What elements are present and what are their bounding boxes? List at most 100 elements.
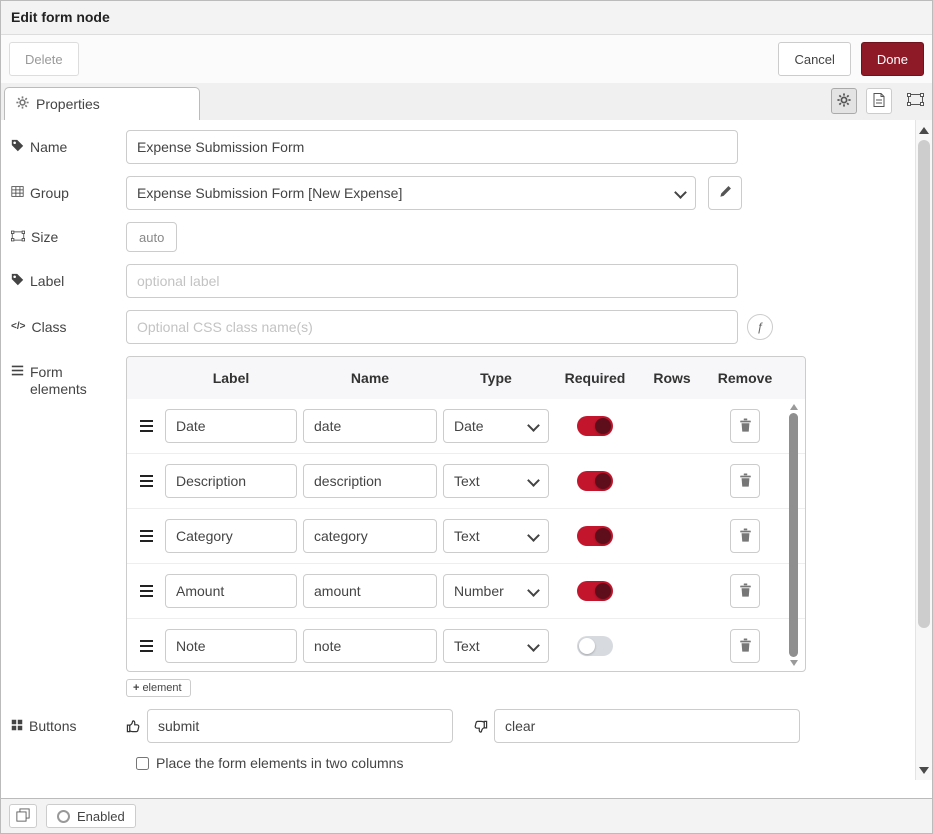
two-columns-label: Place the form elements in two columns <box>156 755 403 771</box>
trash-icon <box>739 583 752 600</box>
element-required-toggle[interactable] <box>577 526 613 546</box>
col-header-remove: Remove <box>709 370 781 386</box>
dialog-footer: Enabled <box>1 798 932 833</box>
class-helper-button[interactable]: ƒ <box>747 314 773 340</box>
list-icon <box>11 364 24 380</box>
element-label-input[interactable] <box>165 574 297 608</box>
element-remove-button[interactable] <box>730 574 760 608</box>
element-type-select[interactable]: Number <box>443 574 549 608</box>
element-label-input[interactable] <box>165 464 297 498</box>
triangle-up-icon <box>919 127 929 134</box>
elements-table-header: Label Name Type Required Rows Remove <box>127 357 805 399</box>
element-type-select[interactable]: Text <box>443 464 549 498</box>
node-info-button[interactable] <box>9 804 37 828</box>
element-row-date: Date <box>127 399 805 453</box>
scroll-up-icon[interactable] <box>790 404 798 410</box>
edit-form-node-dialog: Edit form node Delete Cancel Done Proper… <box>0 0 933 834</box>
element-name-input[interactable] <box>303 519 437 553</box>
appearance-button[interactable] <box>901 88 929 114</box>
enabled-state-icon <box>57 810 70 823</box>
element-remove-button[interactable] <box>730 629 760 663</box>
element-name-input[interactable] <box>303 574 437 608</box>
submit-label-input[interactable] <box>147 709 453 743</box>
drag-handle-icon[interactable] <box>133 519 159 553</box>
element-label-input[interactable] <box>165 629 297 663</box>
col-header-name: Name <box>303 370 437 386</box>
element-remove-button[interactable] <box>730 519 760 553</box>
node-settings-button[interactable] <box>831 88 857 114</box>
object-group-icon <box>907 93 924 109</box>
tab-bar: Properties <box>1 83 932 121</box>
cancel-button[interactable]: Cancel <box>778 42 850 76</box>
group-select[interactable]: Expense Submission Form [New Expense] <box>126 176 696 210</box>
drag-handle-icon[interactable] <box>133 629 159 663</box>
trash-icon <box>739 528 752 545</box>
name-label-text: Name <box>30 139 67 156</box>
dialog-toolbar: Delete Cancel Done <box>1 35 932 83</box>
tab-actions <box>831 88 929 114</box>
element-row-category: Text <box>127 508 805 563</box>
scroll-down-icon[interactable] <box>790 660 798 666</box>
element-required-toggle[interactable] <box>577 581 613 601</box>
element-label-input[interactable] <box>165 519 297 553</box>
form-elements-field-label: Form elements <box>11 356 126 398</box>
vertical-scrollbar-thumb[interactable] <box>918 140 930 628</box>
buttons-field-label: Buttons <box>11 718 126 735</box>
form-elements-table: Label Name Type Required Rows Remove Dat… <box>126 356 806 672</box>
add-element-button[interactable]: element <box>126 679 191 697</box>
element-type-select[interactable]: Text <box>443 519 549 553</box>
elements-table-body: Date Text <box>127 399 805 671</box>
drag-handle-icon[interactable] <box>133 409 159 443</box>
two-columns-checkbox[interactable] <box>136 757 149 770</box>
trash-icon <box>739 473 752 490</box>
size-auto-button[interactable]: auto <box>126 222 177 252</box>
delete-button[interactable]: Delete <box>9 42 79 76</box>
tab-properties[interactable]: Properties <box>4 87 200 121</box>
squares-icon <box>11 718 23 734</box>
tag-icon <box>11 273 24 289</box>
element-required-toggle[interactable] <box>577 416 613 436</box>
element-type-select[interactable]: Text <box>443 629 549 663</box>
trash-icon <box>739 638 752 655</box>
enabled-toggle-button[interactable]: Enabled <box>46 804 136 828</box>
label-input[interactable] <box>126 264 738 298</box>
scroll-down-arrow[interactable] <box>916 762 932 778</box>
col-header-label: Label <box>165 370 297 386</box>
element-name-input[interactable] <box>303 629 437 663</box>
done-button[interactable]: Done <box>861 42 924 76</box>
clear-label-input[interactable] <box>494 709 800 743</box>
form-row-group: Group Expense Submission Form [New Expen… <box>11 176 915 210</box>
group-label-text: Group <box>30 185 69 202</box>
size-label-text: Size <box>31 229 58 246</box>
element-row-description: Text <box>127 453 805 508</box>
element-row-note: Text <box>127 618 805 671</box>
name-input[interactable] <box>126 130 738 164</box>
description-button[interactable] <box>866 88 892 114</box>
drag-handle-icon[interactable] <box>133 464 159 498</box>
vertical-scrollbar[interactable] <box>915 120 932 780</box>
element-required-toggle[interactable] <box>577 471 613 491</box>
element-remove-button[interactable] <box>730 464 760 498</box>
thumbs-down-icon <box>473 719 488 734</box>
elements-scrollbar-thumb[interactable] <box>789 413 798 657</box>
scroll-up-arrow[interactable] <box>916 122 932 138</box>
triangle-down-icon <box>919 767 929 774</box>
element-label-input[interactable] <box>165 409 297 443</box>
properties-panel: Name Group Expense Submission Form [New … <box>1 120 915 798</box>
drag-handle-icon[interactable] <box>133 574 159 608</box>
form-elements-widget: Label Name Type Required Rows Remove Dat… <box>126 356 806 697</box>
fx-icon: ƒ <box>757 320 764 334</box>
element-type-select[interactable]: Date <box>443 409 549 443</box>
element-remove-button[interactable] <box>730 409 760 443</box>
class-input[interactable] <box>126 310 738 344</box>
gear-icon <box>16 96 29 112</box>
element-name-input[interactable] <box>303 409 437 443</box>
elements-scrollbar[interactable] <box>787 404 800 666</box>
form-row-class: </> Class ƒ <box>11 310 915 344</box>
plus-icon <box>133 682 139 694</box>
edit-group-button[interactable] <box>708 176 742 210</box>
element-required-toggle[interactable] <box>577 636 613 656</box>
element-name-input[interactable] <box>303 464 437 498</box>
buttons-label-text: Buttons <box>29 718 76 735</box>
toggle-knob <box>595 528 611 544</box>
